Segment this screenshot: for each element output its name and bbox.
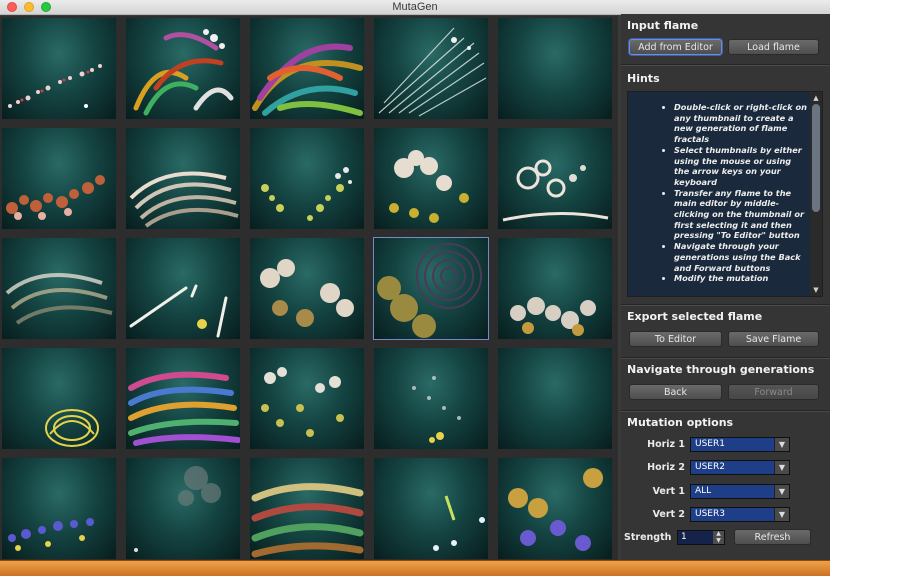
flame-thumbnail[interactable]: [374, 128, 488, 229]
horiz1-value: USER1: [695, 439, 725, 449]
flame-thumbnail[interactable]: [498, 18, 612, 119]
strength-value: 1: [681, 532, 687, 542]
add-from-editor-button[interactable]: Add from Editor: [629, 39, 722, 55]
flame-thumbnail[interactable]: [250, 238, 364, 339]
scroll-up-icon[interactable]: ▲: [812, 94, 820, 102]
hints-heading: Hints: [627, 72, 660, 85]
horiz1-label: Horiz 1: [647, 439, 685, 450]
control-panel: Input flame Add from Editor Load flame H…: [621, 14, 830, 560]
horiz2-label: Horiz 2: [647, 462, 685, 473]
divider: [621, 410, 830, 412]
horiz2-value: USER2: [695, 462, 725, 472]
flame-thumbnail[interactable]: [498, 128, 612, 229]
divider: [621, 304, 830, 306]
hints-box: Double-click or right-click on any thumb…: [627, 91, 823, 297]
hint-item: Select thumbnails by either using the mo…: [674, 145, 808, 188]
export-heading: Export selected flame: [627, 310, 763, 323]
flame-thumbnail[interactable]: [374, 348, 488, 449]
flame-thumbnail[interactable]: [126, 458, 240, 559]
vert1-select[interactable]: ALL ▼: [690, 484, 790, 499]
chevron-down-icon: ▼: [774, 508, 789, 521]
vert2-select[interactable]: USER3 ▼: [690, 507, 790, 522]
horiz2-select[interactable]: USER2 ▼: [690, 460, 790, 475]
hint-item: Double-click or right-click on any thumb…: [674, 102, 808, 145]
flame-thumbnail[interactable]: [374, 18, 488, 119]
divider: [621, 64, 830, 66]
scroll-down-icon[interactable]: ▼: [812, 286, 820, 294]
load-flame-button[interactable]: Load flame: [728, 39, 819, 55]
flame-thumbnail[interactable]: [498, 238, 612, 339]
refresh-button[interactable]: Refresh: [734, 529, 811, 545]
spinner-arrows-icon[interactable]: ▲ ▼: [713, 530, 724, 544]
input-flame-heading: Input flame: [627, 19, 699, 32]
mutation-heading: Mutation options: [627, 416, 734, 429]
chevron-down-icon: ▼: [774, 461, 789, 474]
flame-thumbnail[interactable]: [374, 458, 488, 559]
flame-thumbnail[interactable]: [2, 128, 116, 229]
mutagen-window: MutaGen Input flame Add from Editor Load…: [0, 0, 830, 576]
flame-thumbnail[interactable]: [498, 348, 612, 449]
flame-thumbnail[interactable]: [126, 238, 240, 339]
vert1-value: ALL: [695, 486, 712, 496]
flame-thumbnail[interactable]: [2, 458, 116, 559]
back-button[interactable]: Back: [629, 384, 722, 400]
hint-item: Transfer any flame to the main editor by…: [674, 188, 808, 242]
vert2-label: Vert 2: [652, 509, 685, 520]
flame-thumbnail[interactable]: [250, 348, 364, 449]
thumbnail-grid: [0, 16, 618, 560]
title-bar: MutaGen: [0, 0, 830, 15]
chevron-down-icon: ▼: [774, 438, 789, 451]
flame-thumbnail[interactable]: [2, 238, 116, 339]
window-title: MutaGen: [392, 1, 438, 13]
to-editor-button[interactable]: To Editor: [629, 331, 722, 347]
hint-item: Modify the mutation: [674, 273, 808, 284]
forward-button[interactable]: Forward: [728, 384, 819, 400]
bottom-bar: [0, 560, 830, 576]
strength-label: Strength: [624, 532, 672, 543]
flame-thumbnail[interactable]: [498, 458, 612, 559]
hints-scrollbar[interactable]: ▲ ▼: [810, 92, 822, 296]
navigate-heading: Navigate through generations: [627, 363, 815, 376]
flame-thumbnail[interactable]: [250, 18, 364, 119]
vert1-label: Vert 1: [652, 486, 685, 497]
flame-thumbnail[interactable]: [250, 458, 364, 559]
flame-thumbnail[interactable]: [126, 128, 240, 229]
divider: [621, 357, 830, 359]
flame-thumbnail[interactable]: [2, 348, 116, 449]
flame-thumbnail-selected[interactable]: [373, 237, 489, 340]
flame-thumbnail[interactable]: [250, 128, 364, 229]
flame-thumbnail[interactable]: [126, 18, 240, 119]
strength-spinner[interactable]: 1 ▲ ▼: [677, 530, 725, 545]
save-flame-button[interactable]: Save Flame: [728, 331, 819, 347]
flame-thumbnail[interactable]: [2, 18, 116, 119]
vert2-value: USER3: [695, 509, 725, 519]
scrollbar-thumb[interactable]: [812, 104, 820, 212]
chevron-down-icon: ▼: [774, 485, 789, 498]
flame-thumbnail[interactable]: [126, 348, 240, 449]
horiz1-select[interactable]: USER1 ▼: [690, 437, 790, 452]
hint-item: Navigate through your generations using …: [674, 241, 808, 273]
